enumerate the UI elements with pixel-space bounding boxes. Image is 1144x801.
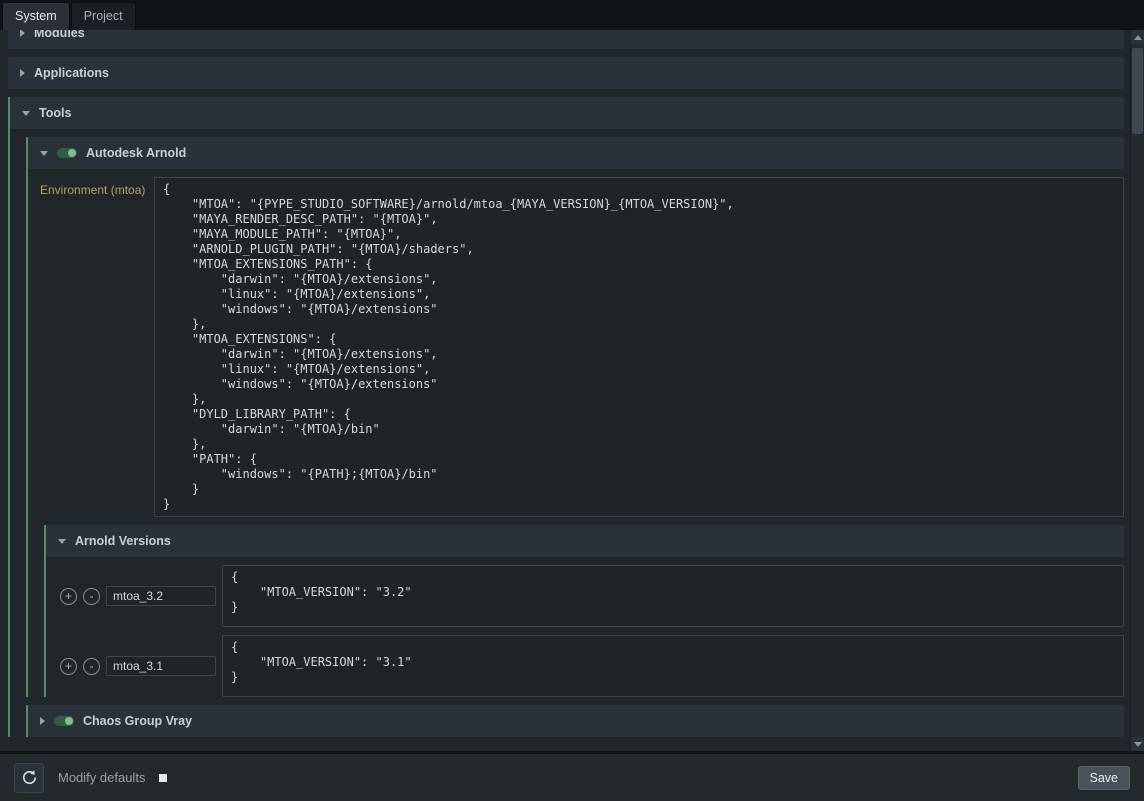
remove-version-button[interactable]: - xyxy=(83,658,100,675)
version-row: + - { "MTOA_VERSION": "3.1" } xyxy=(46,635,1124,697)
section-modules-header[interactable]: Modules xyxy=(8,30,1124,49)
settings-scroll-area: Modules Applications Tools xyxy=(0,30,1130,751)
autodesk-arnold-header[interactable]: Autodesk Arnold xyxy=(28,137,1124,169)
toggle-knob xyxy=(65,717,73,725)
scrollbar-down-arrow[interactable] xyxy=(1131,737,1144,751)
chevron-right-icon xyxy=(20,30,25,37)
section-tools: Tools Autodesk Arnold Envir xyxy=(8,97,1124,737)
scrollbar-track[interactable] xyxy=(1131,44,1144,737)
scrollbar-thumb[interactable] xyxy=(1132,48,1143,134)
section-applications-title: Applications xyxy=(34,66,109,80)
vray-enabled-toggle[interactable] xyxy=(54,716,74,726)
version-key-input[interactable] xyxy=(106,586,216,606)
add-version-button[interactable]: + xyxy=(60,588,77,605)
section-tools-title: Tools xyxy=(39,106,71,120)
section-arnold-versions: Arnold Versions + - { "MTOA_VERSION": "3… xyxy=(44,525,1124,697)
refresh-icon xyxy=(21,769,38,786)
section-tools-body: Autodesk Arnold Environment (mtoa) { "MT… xyxy=(10,137,1124,737)
section-applications: Applications xyxy=(8,57,1124,89)
settings-window: System Project Modules Applications xyxy=(0,0,1144,801)
arnold-versions-header[interactable]: Arnold Versions xyxy=(46,525,1124,557)
chaos-group-vray-header[interactable]: Chaos Group Vray xyxy=(28,705,1124,737)
chevron-down-icon xyxy=(58,539,66,544)
refresh-button[interactable] xyxy=(14,763,44,793)
tab-project[interactable]: Project xyxy=(71,2,136,30)
environment-field-row: Environment (mtoa) { "MTOA": "{PYPE_STUD… xyxy=(40,177,1124,517)
vertical-scrollbar[interactable] xyxy=(1130,30,1144,751)
chevron-down-icon xyxy=(22,111,30,116)
scrollbar-up-arrow[interactable] xyxy=(1131,30,1144,44)
section-modules-title: Modules xyxy=(34,30,85,40)
version-json-editor[interactable]: { "MTOA_VERSION": "3.1" } xyxy=(222,635,1124,697)
settings-content: Modules Applications Tools xyxy=(0,30,1144,751)
section-applications-header[interactable]: Applications xyxy=(8,57,1124,89)
version-key-input[interactable] xyxy=(106,656,216,676)
section-tools-header[interactable]: Tools xyxy=(10,97,1124,129)
modify-defaults-checkbox[interactable] xyxy=(159,774,167,782)
chevron-down-icon xyxy=(40,151,48,156)
chaos-group-vray-title: Chaos Group Vray xyxy=(83,714,192,728)
arnold-enabled-toggle[interactable] xyxy=(57,148,77,158)
arrow-up-icon xyxy=(1134,35,1142,40)
chevron-right-icon xyxy=(40,717,45,725)
environment-json-editor[interactable]: { "MTOA": "{PYPE_STUDIO_SOFTWARE}/arnold… xyxy=(154,177,1124,517)
modify-defaults-label: Modify defaults xyxy=(58,770,145,785)
arnold-versions-title: Arnold Versions xyxy=(75,534,171,548)
tab-bar: System Project xyxy=(0,0,1144,30)
tab-system[interactable]: System xyxy=(2,2,70,30)
section-chaos-group-vray: Chaos Group Vray xyxy=(26,705,1124,737)
remove-version-button[interactable]: - xyxy=(83,588,100,605)
version-json-editor[interactable]: { "MTOA_VERSION": "3.2" } xyxy=(222,565,1124,627)
arrow-down-icon xyxy=(1134,742,1142,747)
autodesk-arnold-body: Environment (mtoa) { "MTOA": "{PYPE_STUD… xyxy=(28,177,1124,697)
save-button[interactable]: Save xyxy=(1078,766,1131,790)
autodesk-arnold-title: Autodesk Arnold xyxy=(86,146,186,160)
footer-bar: Modify defaults Save xyxy=(0,751,1144,801)
version-row: + - { "MTOA_VERSION": "3.2" } xyxy=(46,565,1124,627)
section-autodesk-arnold: Autodesk Arnold Environment (mtoa) { "MT… xyxy=(26,137,1124,697)
section-modules: Modules xyxy=(8,30,1124,49)
chevron-right-icon xyxy=(20,69,25,77)
add-version-button[interactable]: + xyxy=(60,658,77,675)
toggle-knob xyxy=(68,149,76,157)
environment-label: Environment (mtoa) xyxy=(40,177,154,517)
